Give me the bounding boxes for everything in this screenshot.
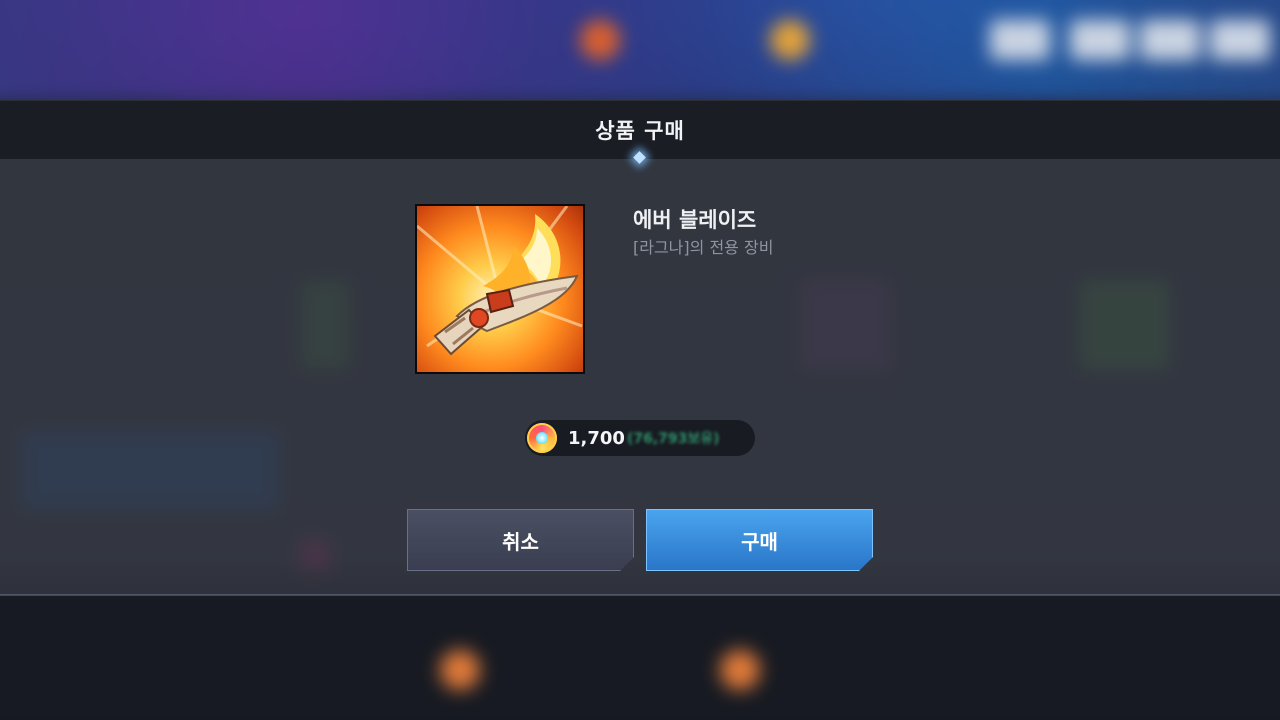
price-display: 1,700 (76,793보유) <box>525 420 755 456</box>
dialog-header: 상품 구매 <box>0 100 1280 159</box>
item-image <box>415 204 585 374</box>
cancel-button-label: 취소 <box>502 529 539 554</box>
buy-button[interactable]: 구매 <box>646 509 873 571</box>
price-amount: 1,700 <box>568 427 625 449</box>
background-decoration <box>1210 20 1270 60</box>
item-description: [라그나]의 전용 장비 <box>633 238 774 257</box>
buy-button-label: 구매 <box>741 529 778 554</box>
background-decoration <box>720 650 760 690</box>
background-decoration <box>990 20 1050 60</box>
background-decoration <box>580 20 620 60</box>
gem-currency-icon <box>527 423 557 453</box>
item-name: 에버 블레이즈 <box>633 208 757 232</box>
background-decoration <box>770 20 810 60</box>
background-decoration <box>1070 20 1130 60</box>
dialog-title: 상품 구매 <box>595 119 685 143</box>
cancel-button[interactable]: 취소 <box>407 509 634 571</box>
flaming-weapon-icon <box>417 206 583 356</box>
background-decoration <box>1140 20 1200 60</box>
modal-overlay <box>0 100 1280 595</box>
currency-balance: (76,793보유) <box>626 431 720 447</box>
background-decoration <box>440 650 480 690</box>
dialog-bottom-divider <box>0 594 1280 596</box>
